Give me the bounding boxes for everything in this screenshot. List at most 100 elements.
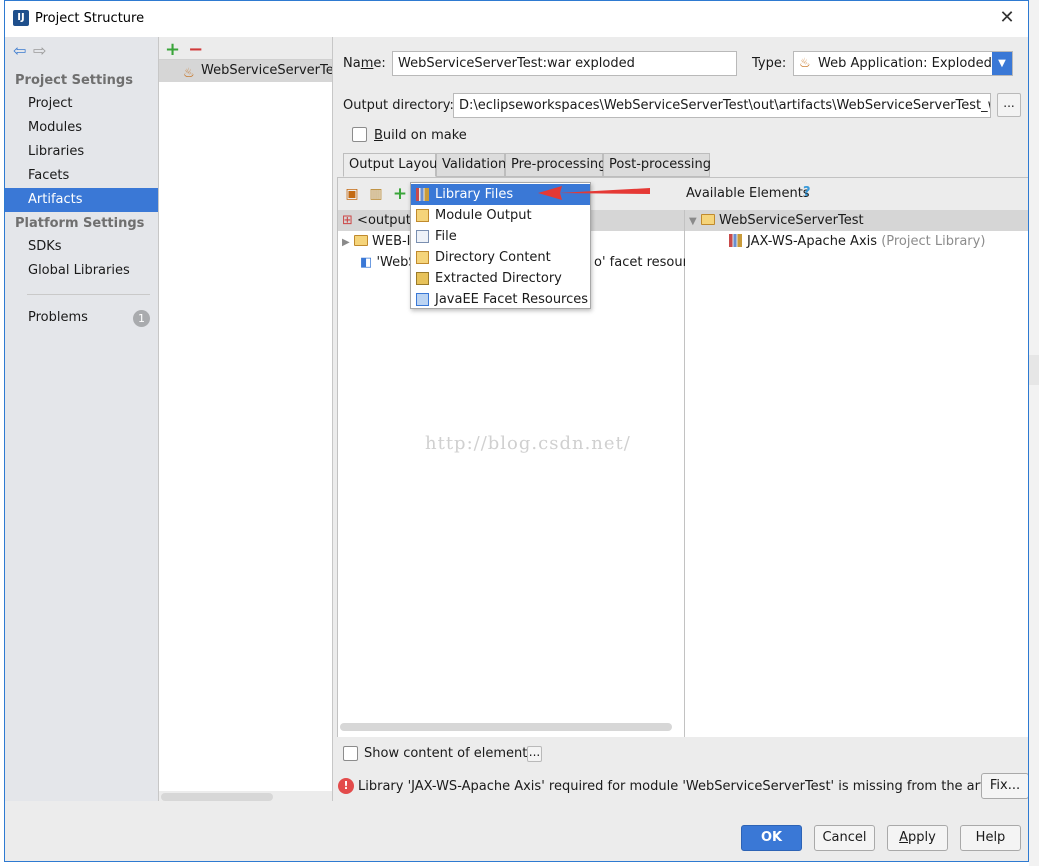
intellij-icon: IJ [13,10,29,26]
add-copy-of-icon[interactable]: + [392,186,408,203]
project-structure-dialog: IJ Project Structure ✕ ⇦ ⇨ Project Settin… [4,0,1029,862]
tab-validation[interactable]: Validation [436,153,506,177]
tab-output-layout[interactable]: Output Layout [343,153,442,177]
output-directory-label: Output directory: [343,98,454,113]
module-output-icon [416,209,429,222]
sidebar-item-problems[interactable]: Problems 1 [5,306,158,330]
module-folder-icon [701,214,715,225]
help-icon[interactable]: ? [803,185,811,200]
create-directory-icon[interactable]: ▣ [344,186,360,202]
name-field[interactable]: WebServiceServerTest:war exploded [392,51,737,76]
facet-resources-icon [416,293,429,306]
arrow-left-icon[interactable]: ⇦ [13,41,33,60]
menu-item-label: File [435,229,457,244]
show-content-options-button[interactable]: ... [527,746,542,762]
library-icon [416,188,429,201]
artifacts-toolbar: + − [165,39,203,60]
sidebar-item-facets[interactable]: Facets [5,164,158,188]
artifacts-scrollbar[interactable] [161,793,273,801]
sidebar-divider [27,294,150,295]
build-on-make-label: Build on make [374,128,467,143]
background-editor-right [1029,0,1039,866]
output-root-icon: ⊞ [342,213,353,228]
available-elements-panel: Available Elements ? ▼ WebServiceServerTe… [685,178,1028,737]
war-artifact-icon: ♨ [183,66,195,81]
archive-icon [416,272,429,285]
available-module-label: WebServiceServerTest [719,213,864,228]
close-icon[interactable]: ✕ [996,7,1018,29]
dialog-footer: OK Cancel Apply Help [5,801,1028,861]
window-title: Project Structure [35,11,145,26]
menu-item-directory-content[interactable]: Directory Content [411,247,590,268]
output-directory-field[interactable]: D:\eclipseworkspaces\WebServiceServerTes… [453,93,991,118]
show-content-label: Show content of elements [364,746,535,761]
menu-item-label: Extracted Directory [435,271,562,286]
help-button[interactable]: Help [960,825,1021,851]
menu-item-label: Module Output [435,208,532,223]
chevron-down-icon: ▼ [992,52,1012,75]
menu-item-file[interactable]: File [411,226,590,247]
folder-icon [416,251,429,264]
sidebar-item-artifacts[interactable]: Artifacts [5,188,158,212]
settings-sidebar: ⇦ ⇨ Project Settings Project Modules Libr… [5,37,159,801]
nav-arrows: ⇦ ⇨ [13,41,53,61]
apply-button[interactable]: Apply [887,825,948,851]
library-icon [729,234,742,247]
sidebar-item-global-libraries[interactable]: Global Libraries [5,259,158,283]
folder-icon [354,235,368,246]
problems-count-badge: 1 [133,310,150,327]
create-archive-icon[interactable]: ▥ [368,186,384,202]
sidebar-item-sdks[interactable]: SDKs [5,235,158,259]
available-elements-title: Available Elements [686,186,810,201]
library-note: (Project Library) [881,234,986,249]
annotation-arrow [538,186,650,200]
ok-button[interactable]: OK [741,825,802,851]
collapse-icon: ▼ [689,216,697,227]
layout-tree-scrollbar[interactable] [340,723,672,731]
type-select-value: Web Application: Exploded [818,56,992,71]
arrow-right-icon[interactable]: ⇨ [33,41,53,60]
cancel-button[interactable]: Cancel [814,825,875,851]
platform-settings-header: Platform Settings [15,216,145,231]
facet-resources-icon: ◧ [360,255,373,270]
available-library-row[interactable]: JAX-WS-Apache Axis (Project Library) [729,231,985,252]
menu-item-extracted-directory[interactable]: Extracted Directory [411,268,590,289]
tree-row-label: WEB-I [372,234,411,249]
error-icon: ! [338,778,354,794]
show-content-checkbox[interactable] [343,746,358,761]
sidebar-item-modules[interactable]: Modules [5,116,158,140]
artifacts-column: +− ♨ WebServiceServerTest: [159,37,333,801]
name-label: Name: [343,56,386,71]
file-icon [416,230,429,243]
browse-output-button[interactable]: ... [997,93,1021,117]
expand-icon: ▶ [342,237,350,248]
title-bar: IJ Project Structure ✕ [5,1,1028,37]
sidebar-item-libraries[interactable]: Libraries [5,140,158,164]
menu-item-label: Library Files [435,187,514,202]
artifact-editor: Name: WebServiceServerTest:war exploded … [333,37,1028,801]
available-library-label: JAX-WS-Apache Axis [747,234,878,249]
artifact-item[interactable]: ♨ WebServiceServerTest: [159,60,332,82]
error-message: Library 'JAX-WS-Apache Axis' required fo… [358,779,1014,794]
project-settings-header: Project Settings [15,73,133,88]
menu-item-label: JavaEE Facet Resources [435,292,589,307]
build-on-make-checkbox[interactable] [352,127,367,142]
sidebar-item-project[interactable]: Project [5,92,158,116]
tab-pre-processing[interactable]: Pre-processing [505,153,606,177]
artifact-item-label: WebServiceServerTest: [201,63,332,78]
available-elements-header: Available Elements ? [685,178,1028,210]
add-artifact-icon[interactable]: + [165,39,180,60]
watermark: http://blog.csdn.net/ [425,433,631,454]
type-select[interactable]: ♨ Web Application: Exploded ▼ [793,51,1013,76]
menu-item-javaee-facet-resources[interactable]: JavaEE Facet Resources [411,289,590,310]
problems-label: Problems [28,310,88,325]
tree-row-web-inf[interactable]: ▶ WEB-I [342,231,411,252]
remove-artifact-icon[interactable]: − [188,39,203,60]
menu-item-module-output[interactable]: Module Output [411,205,590,226]
tab-post-processing[interactable]: Post-processing [603,153,711,177]
tree-row-facet-resources[interactable]: ◧ 'WebS [360,252,417,273]
type-label: Type: [752,56,787,71]
war-artifact-icon: ♨ [799,56,811,71]
available-module-row[interactable]: ▼ WebServiceServerTest [685,210,1028,231]
fix-button[interactable]: Fix... [981,773,1028,799]
